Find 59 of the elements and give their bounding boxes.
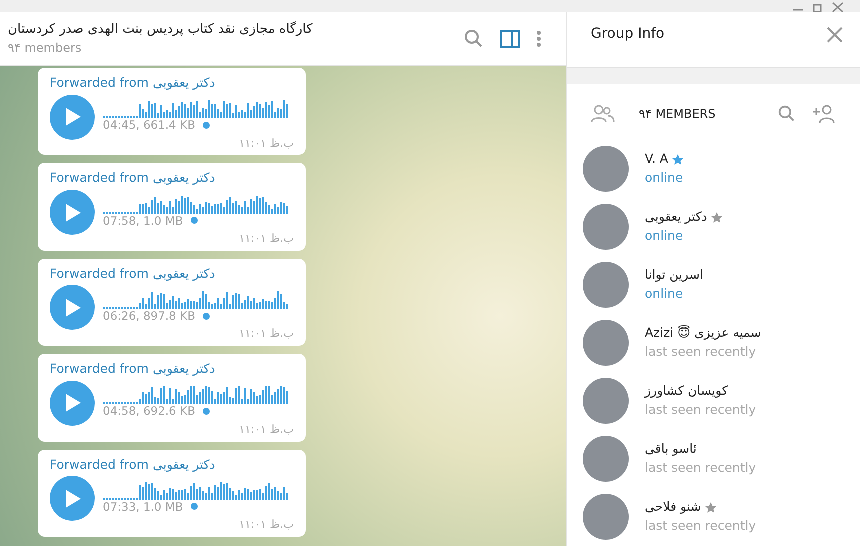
panel-title: Group Info — [591, 25, 665, 44]
forwarded-label[interactable]: Forwarded from دکتر یعقوبی — [50, 170, 294, 186]
member-name[interactable]: Azizi 😇 سمیه عزیزی — [645, 324, 762, 343]
more-icon[interactable] — [536, 30, 542, 48]
duration-size: 07:58, 1.0 MB — [103, 214, 184, 228]
avatar-photo-placeholder[interactable] — [583, 204, 629, 250]
duration-size: 06:26, 897.8 KB — [103, 309, 196, 324]
member-name[interactable]: ئاسو باقی — [645, 440, 697, 459]
avatar-photo-placeholder[interactable] — [583, 494, 629, 540]
message-time: ب.ظ ۱۱:۰۱ — [239, 232, 294, 245]
people-icon — [591, 105, 615, 123]
member-name[interactable]: شنو فلاحی — [645, 498, 702, 517]
duration-size: 07:33, 1.0 MB — [103, 500, 184, 514]
member-name[interactable]: دکتر یعقوبی — [645, 208, 708, 227]
play-button[interactable] — [50, 380, 95, 426]
forwarded-label[interactable]: Forwarded from دکتر یعقوبی — [50, 361, 294, 377]
member-status: last seen recently — [645, 343, 758, 361]
search-icon[interactable] — [464, 28, 484, 48]
member-status: online — [645, 227, 684, 245]
chat-title: کارگاه مجازی نقد کتاب پردیس بنت الهدی صدر کردستان — [8, 20, 314, 39]
member-name[interactable]: کویسان کشاورز — [645, 382, 728, 401]
member-count: ۹۴ members — [8, 40, 83, 58]
play-button[interactable] — [50, 285, 95, 330]
avatar-photo-placeholder[interactable] — [583, 262, 629, 308]
play-icon — [64, 393, 82, 414]
maximize-icon[interactable] — [812, 2, 824, 12]
members-count: ۹۴ MEMBERS — [639, 106, 717, 123]
play-icon — [64, 298, 82, 318]
member-status: online — [645, 285, 684, 303]
member-status: last seen recently — [645, 459, 756, 477]
forwarded-label[interactable]: Forwarded from دکتر یعقوبی — [50, 456, 294, 472]
avatar-photo-placeholder[interactable] — [583, 436, 629, 482]
play-button[interactable] — [50, 190, 95, 235]
play-button[interactable] — [50, 476, 95, 522]
close-icon[interactable] — [826, 26, 844, 44]
close-icon[interactable] — [832, 2, 844, 12]
message-time: ب.ظ ۱۱:۰۱ — [239, 136, 294, 150]
add-user-icon[interactable] — [812, 104, 836, 124]
member-status: online — [645, 169, 684, 187]
play-button[interactable] — [50, 94, 95, 140]
forwarded-label[interactable]: Forwarded from دکتر یعقوبی — [50, 266, 294, 282]
forwarded-label[interactable]: Forwarded from دکتر یعقوبی — [50, 75, 294, 91]
member-name[interactable]: V. A — [645, 150, 668, 169]
play-icon — [64, 202, 82, 222]
search-icon[interactable] — [778, 105, 796, 123]
avatar-photo-placeholder[interactable] — [583, 320, 629, 366]
message-time: ب.ظ ۱۱:۰۱ — [239, 518, 294, 532]
avatar-photo-placeholder[interactable] — [583, 146, 629, 192]
message-time: ب.ظ ۱۱:۰۱ — [239, 422, 294, 436]
message-time: ب.ظ ۱۱:۰۱ — [239, 327, 294, 340]
member-status: last seen recently — [645, 517, 756, 535]
member-name[interactable]: اسرین توانا — [645, 266, 704, 285]
duration-size: 04:58, 692.6 KB — [103, 404, 196, 419]
avatar-photo-placeholder[interactable] — [583, 378, 629, 424]
play-icon — [64, 488, 82, 509]
member-status: last seen recently — [645, 401, 756, 419]
play-icon — [64, 107, 82, 128]
duration-size: 04:45, 661.4 KB — [103, 118, 196, 133]
sidebar-toggle-icon[interactable] — [500, 30, 520, 48]
